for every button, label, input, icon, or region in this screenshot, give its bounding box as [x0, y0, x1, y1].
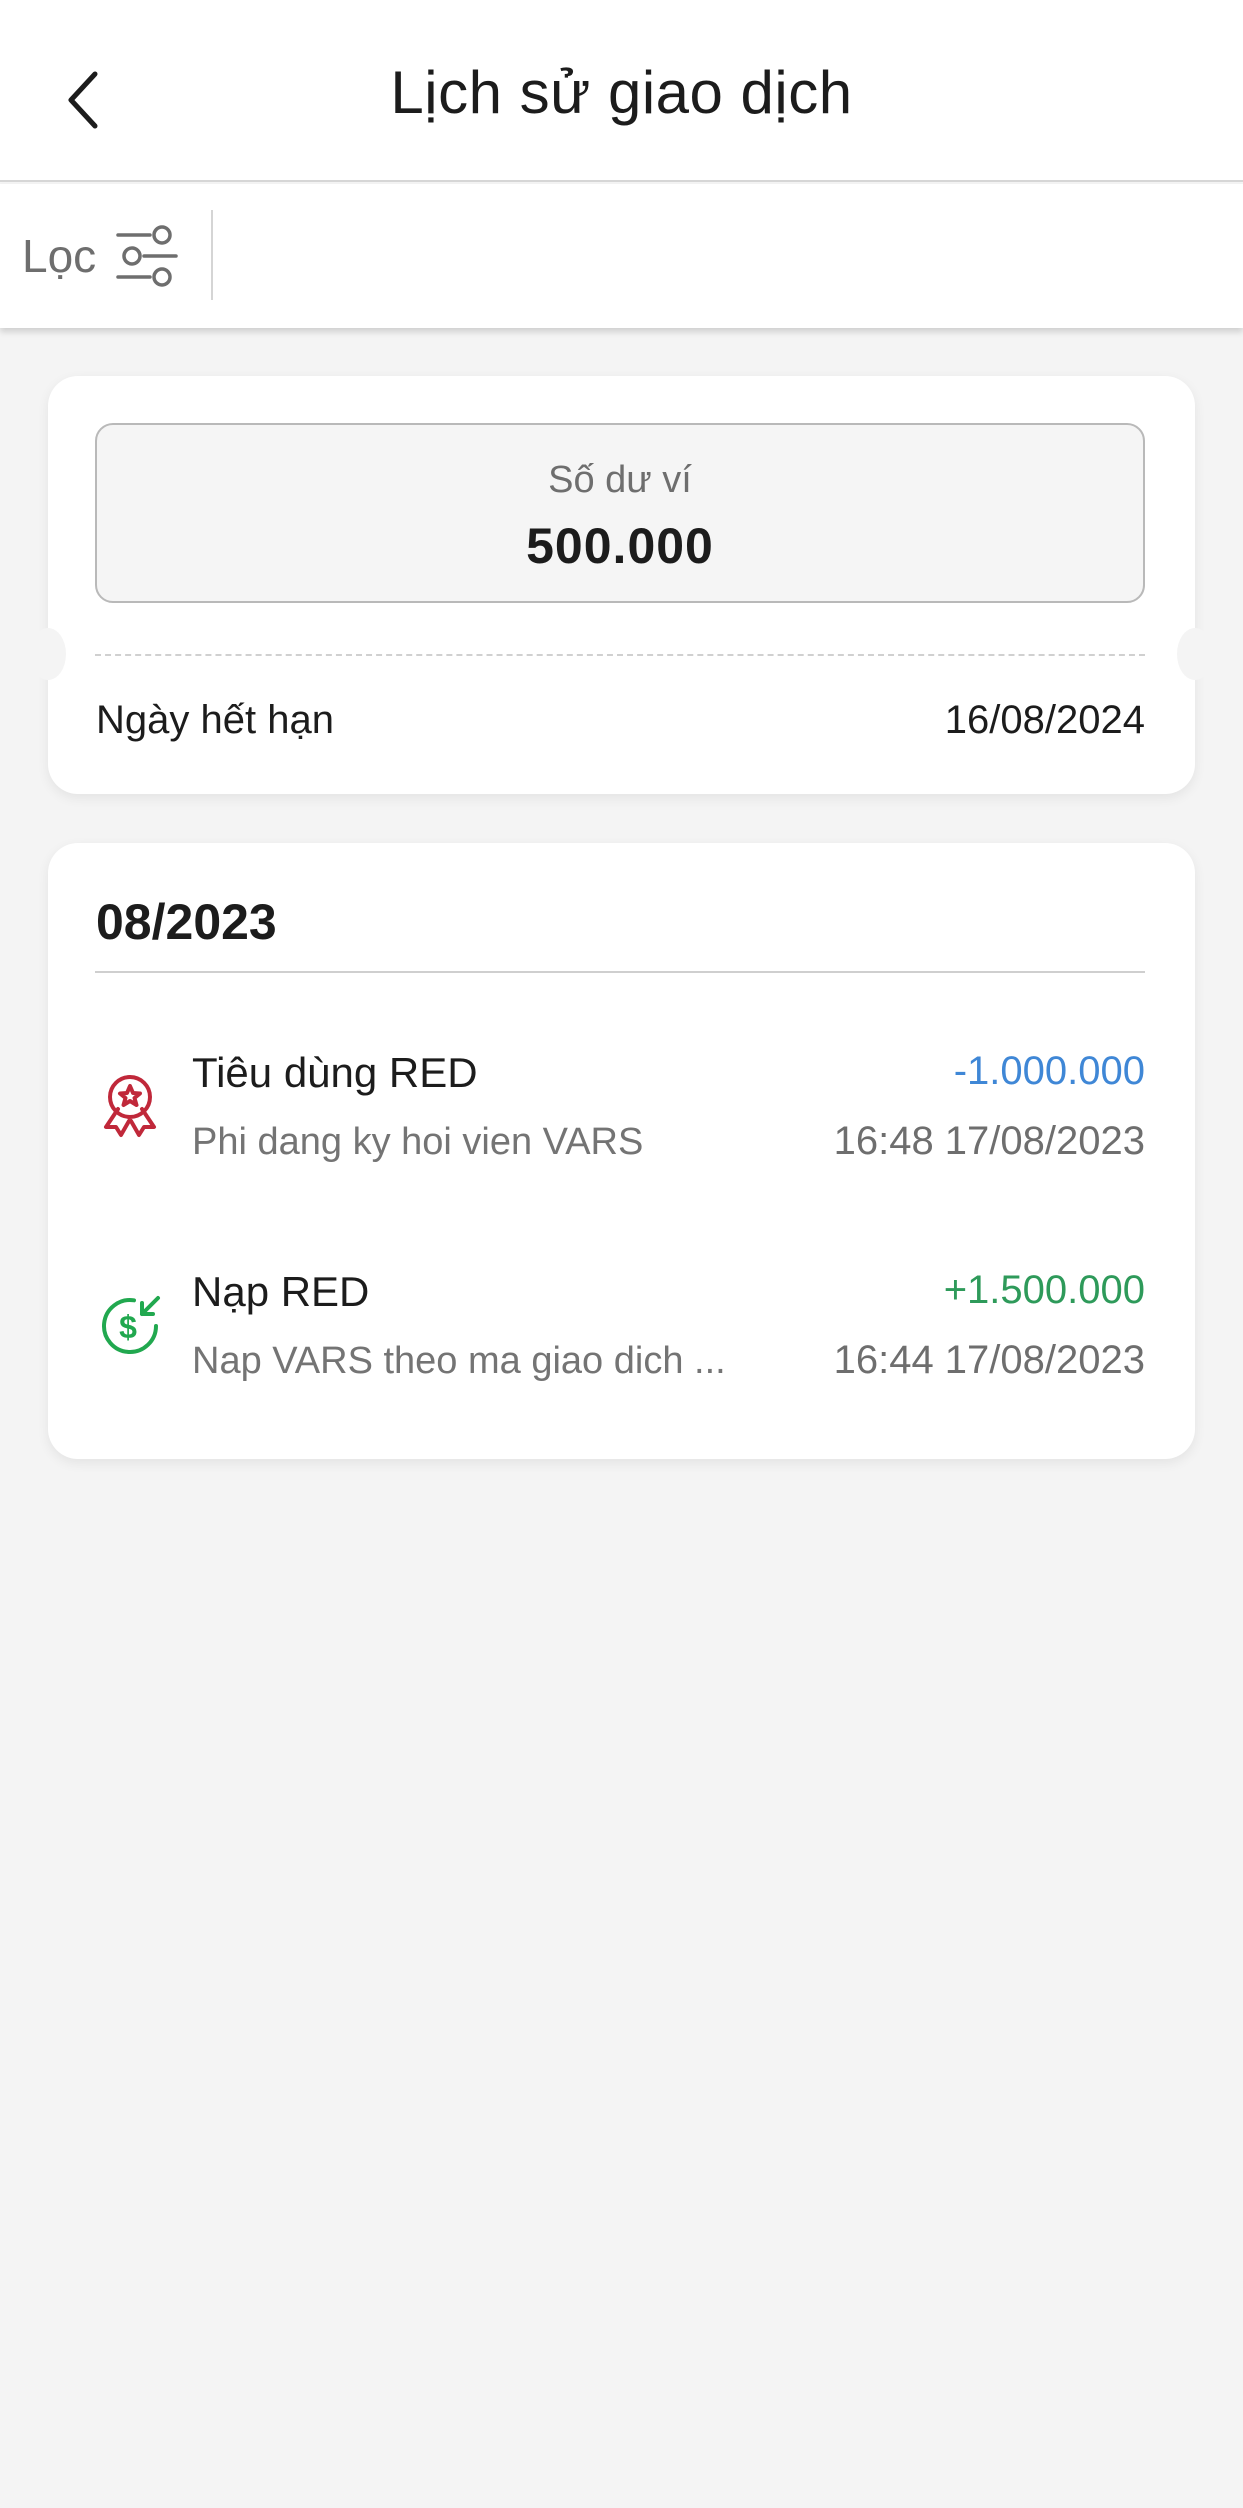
filter-divider: [211, 210, 213, 300]
svg-text:$: $: [119, 1309, 137, 1345]
filter-button[interactable]: Lọc: [22, 210, 180, 302]
transaction-item[interactable]: $ Nạp RED Nap VARS theo ma giao dich ...…: [48, 1240, 1195, 1410]
ticket-notch-right: [1177, 628, 1213, 680]
balance-value: 500.000: [526, 518, 714, 574]
balance-label: Số dư ví: [548, 459, 692, 501]
transaction-description: Nap VARS theo ma giao dich ...: [192, 1340, 726, 1382]
month-divider: [95, 971, 1145, 973]
page-title: Lịch sử giao dịch: [390, 59, 853, 126]
filter-bar: Lọc: [0, 184, 1243, 328]
transaction-time: 16:48 17/08/2023: [833, 1119, 1145, 1163]
dashed-divider: [95, 654, 1145, 656]
sliders-icon: [116, 225, 178, 287]
month-header: 08/2023: [96, 894, 277, 950]
transaction-time: 16:44 17/08/2023: [833, 1338, 1145, 1382]
expiry-value: 16/08/2024: [944, 698, 1145, 742]
balance-box: Số dư ví 500.000: [95, 423, 1145, 603]
ticket-notch-left: [30, 628, 66, 680]
filter-label: Lọc: [22, 230, 97, 282]
transaction-title: Nạp RED: [192, 1268, 370, 1315]
wallet-card: Số dư ví 500.000 Ngày hết hạn 16/08/2024: [30, 376, 1213, 794]
transaction-title: Tiêu dùng RED: [192, 1049, 478, 1096]
transaction-amount: -1.000.000: [953, 1049, 1145, 1093]
transaction-description: Phi dang ky hoi vien VARS: [192, 1121, 644, 1163]
transaction-history-card: 08/2023 Tiêu dùng RED Phi dang ky hoi vi…: [48, 843, 1195, 1459]
dollar-deposit-icon: $: [102, 1296, 160, 1354]
transaction-item[interactable]: Tiêu dùng RED Phi dang ky hoi vien VARS …: [48, 1021, 1195, 1191]
app-header: Lịch sử giao dịch: [0, 0, 1243, 182]
transaction-amount: +1.500.000: [943, 1268, 1145, 1312]
award-ribbon-icon: [104, 1075, 156, 1137]
expiry-label: Ngày hết hạn: [96, 698, 334, 742]
